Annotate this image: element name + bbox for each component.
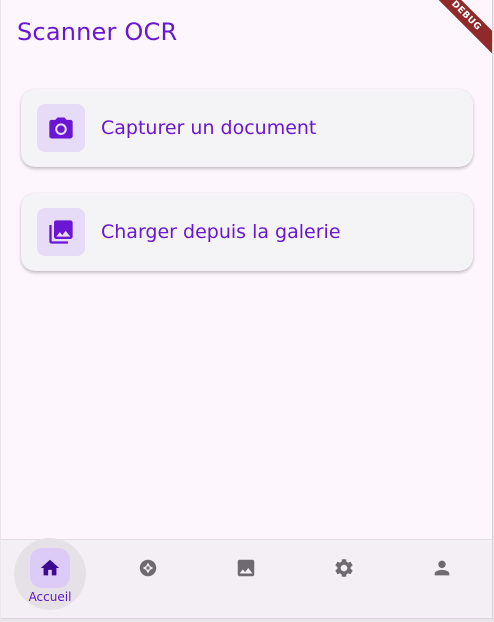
bottom-navigation-bar: Accueil — [1, 538, 492, 618]
gear-icon — [324, 548, 364, 588]
debug-banner: DEBUG — [426, 0, 492, 56]
nav-item-home-label: Accueil — [28, 590, 72, 604]
nav-item-settings[interactable] — [295, 540, 393, 618]
nav-item-profile[interactable] — [393, 540, 491, 618]
capture-document-label: Capturer un document — [101, 117, 317, 139]
app-screen: Scanner OCR DEBUG Capturer un document C… — [1, 0, 493, 619]
photo-library-icon — [37, 208, 85, 256]
load-from-gallery-button[interactable]: Charger depuis la galerie — [21, 193, 473, 271]
nav-item-gallery[interactable] — [197, 540, 295, 618]
photo-icon — [226, 548, 266, 588]
camera-shutter-icon — [128, 548, 168, 588]
capture-document-button[interactable]: Capturer un document — [21, 89, 473, 167]
load-from-gallery-label: Charger depuis la galerie — [101, 221, 341, 243]
camera-icon — [37, 104, 85, 152]
home-icon — [30, 548, 70, 588]
nav-item-camera[interactable] — [99, 540, 197, 618]
nav-item-home[interactable]: Accueil — [1, 538, 99, 618]
app-title: Scanner OCR — [17, 18, 178, 46]
person-icon — [422, 548, 462, 588]
